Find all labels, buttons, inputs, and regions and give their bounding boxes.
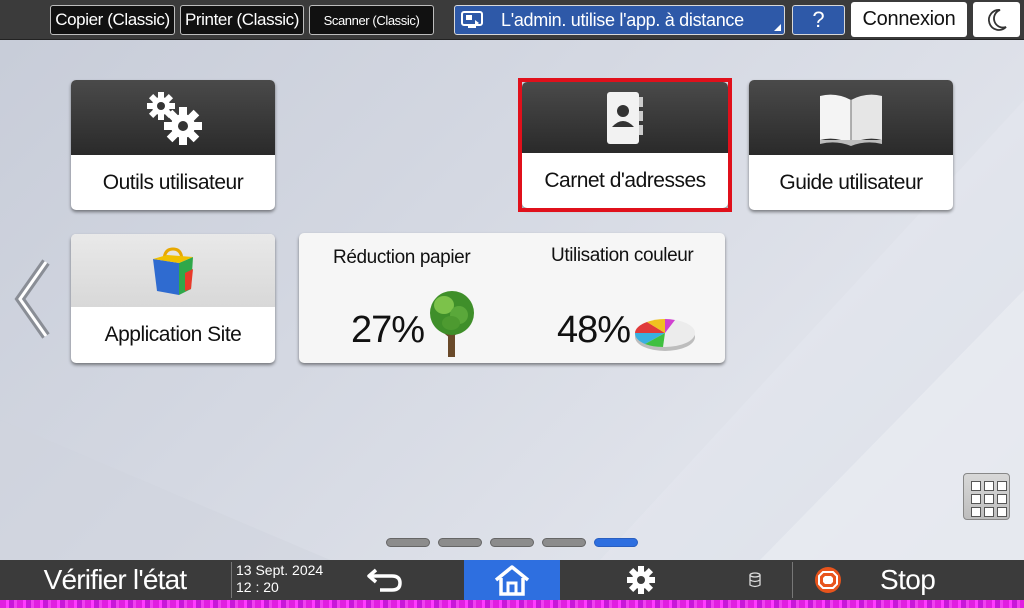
printer-classic-button[interactable]: Printer (Classic) [180,5,304,35]
apps-grid-icon [971,507,981,517]
address-book-label: Carnet d'adresses [544,168,706,192]
energy-saver-button[interactable] [973,2,1020,37]
data-indicator [745,560,765,600]
user-tools-label: Outils utilisateur [102,170,244,194]
apps-grid-icon [997,481,1007,491]
dropdown-corner-icon [774,24,781,31]
display-artifact [0,600,1024,608]
stop-button[interactable]: Stop [880,560,936,600]
apps-grid-icon [971,481,981,491]
chevron-left-icon[interactable] [12,258,54,340]
bottom-bar: Vérifier l'état 13 Sept. 2024 12 : 20 St… [0,560,1024,600]
apps-grid-icon [997,507,1007,517]
address-book-tile[interactable]: Carnet d'adresses [522,82,728,208]
pie-chart-icon [634,319,695,351]
apps-grid-button[interactable] [963,473,1010,520]
eco-stats-widget[interactable]: Réduction papier 27% Utilisation couleur… [299,233,725,363]
top-bar: Copier (Classic) Printer (Classic) Scann… [0,0,1024,40]
application-site-tile[interactable]: Application Site [71,234,275,363]
settings-gear-icon [627,566,655,594]
stop-icon[interactable] [814,566,842,594]
home-button[interactable] [464,560,560,600]
tree-icon [430,291,474,357]
apps-grid-icon [984,507,994,517]
tile-icon-area [749,80,953,155]
page-dot[interactable] [542,538,586,547]
check-status-button[interactable]: Vérifier l'état [0,560,230,600]
apps-grid-icon [984,481,994,491]
login-button[interactable]: Connexion [851,2,967,37]
tile-icon-area [71,234,275,307]
paper-reduction-value: 27% [351,309,425,351]
user-guide-tile[interactable]: Guide utilisateur [749,80,953,210]
back-button[interactable] [362,560,408,600]
apps-grid-icon [997,494,1007,504]
tile-icon-area [71,80,275,155]
book-icon [820,94,882,146]
home-icon [494,565,530,596]
user-guide-label: Guide utilisateur [779,170,923,194]
apps-grid-icon [971,494,981,504]
time-text: 12 : 20 [236,579,279,595]
remote-admin-label: L'admin. utilise l'app. à distance [501,9,744,30]
page-dot[interactable] [386,538,430,547]
tile-icon-area [522,82,728,153]
shopping-bag-icon [153,246,193,295]
datetime: 13 Sept. 2024 12 : 20 [236,562,323,596]
address-book-icon [607,91,643,144]
divider [792,562,793,598]
user-tools-tile[interactable]: Outils utilisateur [71,80,275,210]
page-indicator [386,538,638,547]
remote-admin-indicator[interactable]: L'admin. utilise l'app. à distance [454,5,785,35]
date-text: 13 Sept. 2024 [236,562,324,578]
back-arrow-icon [367,568,402,592]
database-icon [749,572,761,588]
divider [231,562,232,598]
remote-monitor-icon [461,11,483,28]
moon-icon [987,8,1007,31]
help-button[interactable]: ? [792,5,845,35]
apps-grid-icon [984,494,994,504]
gears-icon [147,91,202,145]
page-dot-active[interactable] [594,538,638,547]
paper-reduction-title: Réduction papier [333,247,471,268]
copier-classic-button[interactable]: Copier (Classic) [50,5,175,35]
page-dot[interactable] [490,538,534,547]
scanner-classic-button[interactable]: Scanner (Classic) [309,5,434,35]
page-dot[interactable] [438,538,482,547]
color-usage-title: Utilisation couleur [551,245,694,266]
application-site-label: Application Site [104,323,242,346]
settings-button[interactable] [621,560,661,600]
color-usage-value: 48% [557,309,631,351]
